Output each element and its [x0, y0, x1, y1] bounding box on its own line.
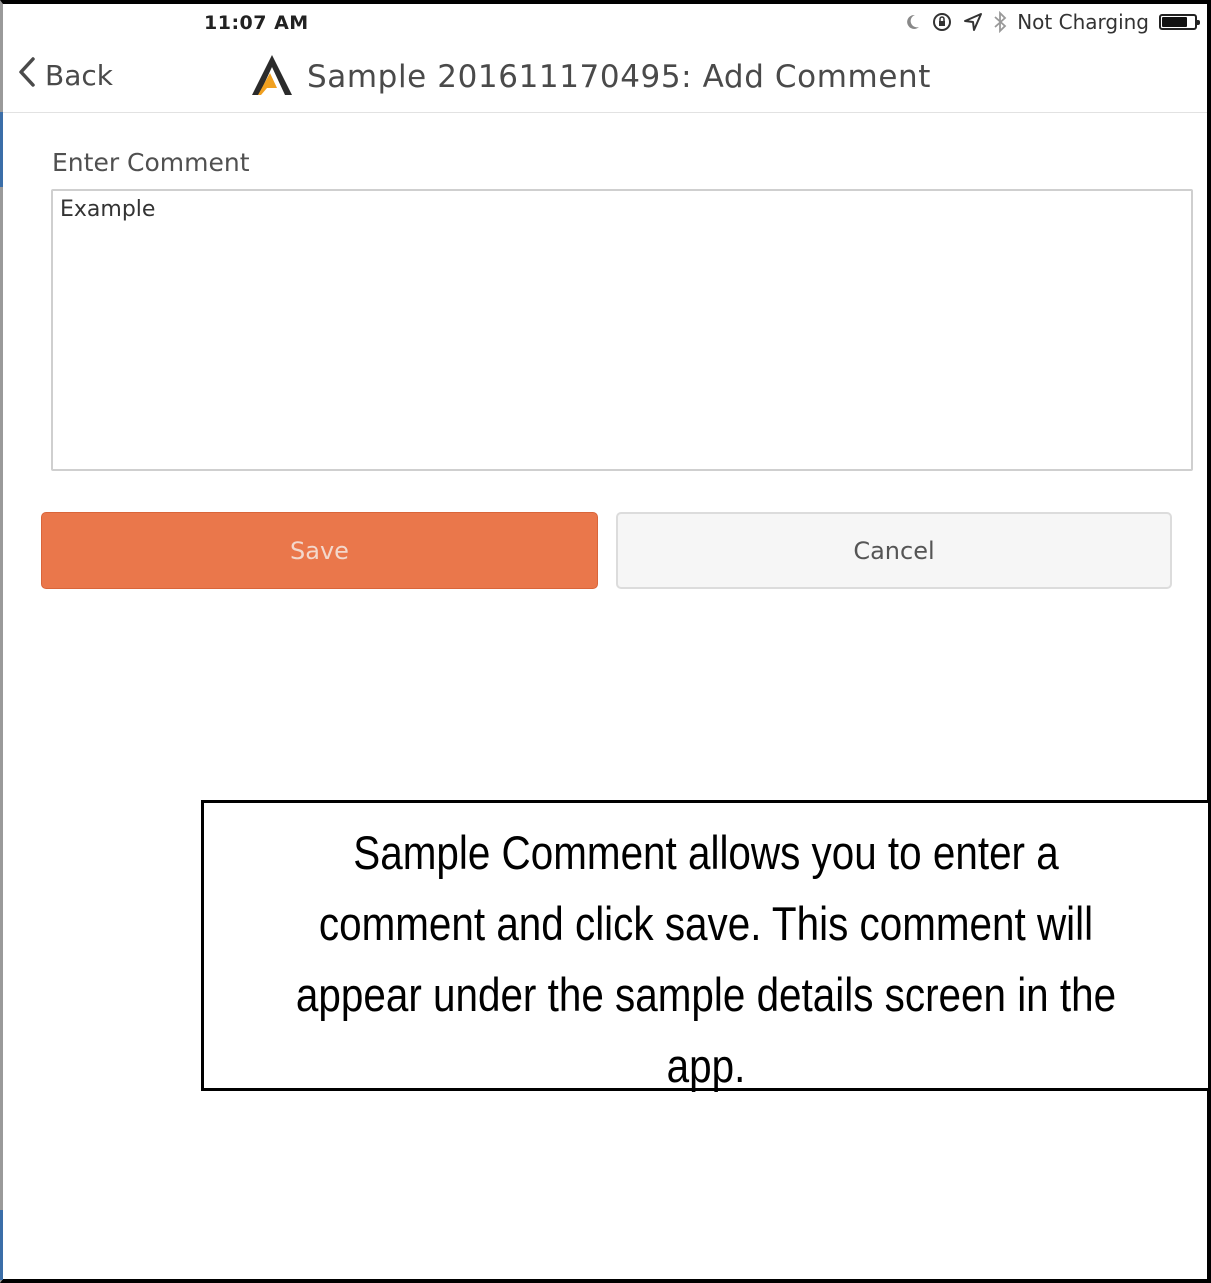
battery-icon — [1159, 14, 1200, 30]
status-indicators: Not Charging — [905, 10, 1200, 34]
battery-level — [1162, 17, 1188, 27]
back-label: Back — [45, 59, 113, 92]
edge-accent — [0, 1210, 3, 1280]
cancel-button[interactable]: Cancel — [616, 512, 1172, 589]
comment-field-label: Enter Comment — [52, 148, 250, 177]
bluetooth-icon — [993, 11, 1007, 33]
back-button[interactable]: Back — [17, 56, 113, 95]
callout-text: Sample Comment allows you to enter a com… — [295, 826, 1117, 1092]
page-title: Sample 201611170495: Add Comment — [307, 59, 932, 95]
chevron-left-icon — [17, 56, 37, 95]
orientation-lock-icon — [931, 12, 953, 32]
comment-input[interactable]: Example — [51, 189, 1193, 471]
edge-accent — [0, 112, 3, 187]
charging-status: Not Charging — [1017, 10, 1149, 34]
location-arrow-icon — [963, 12, 983, 32]
page-header: Sample 201611170495: Add Comment — [249, 52, 931, 102]
moon-icon — [905, 13, 921, 31]
app-logo-icon — [249, 52, 295, 102]
navigation-bar: Back Sample 201611170495: Add Comment — [3, 44, 1207, 113]
status-time: 11:07 AM — [204, 12, 309, 34]
save-button[interactable]: Save — [41, 512, 598, 589]
annotation-callout: Sample Comment allows you to enter a com… — [201, 800, 1211, 1092]
status-bar: 11:07 AM Not Charging — [0, 4, 1207, 44]
